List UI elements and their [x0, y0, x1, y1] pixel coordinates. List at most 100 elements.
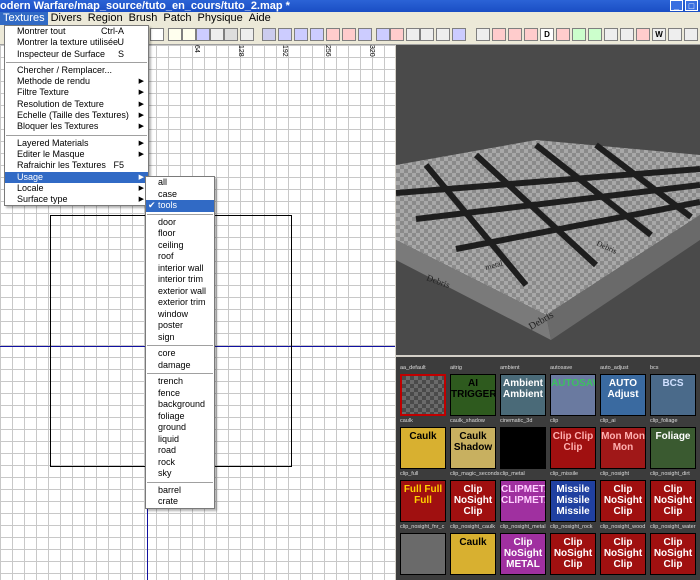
usage-item-window[interactable]: window [146, 309, 214, 321]
toolbar-icon-24[interactable] [524, 28, 538, 41]
usage-item-interior-wall[interactable]: interior wall [146, 263, 214, 275]
toolbar-icon-5[interactable] [210, 28, 224, 41]
camera-3d-view[interactable]: Debris Debris metal Debris [396, 45, 700, 355]
usage-item-poster[interactable]: poster [146, 320, 214, 332]
texture-tile-auto-adjust[interactable]: AUTO Adjust [600, 374, 646, 416]
minimize-button[interactable]: _ [670, 0, 683, 11]
texture-tile-bcs[interactable]: BCS [650, 374, 696, 416]
texture-tile-ambient[interactable]: Ambient Ambient [500, 374, 546, 416]
toolbar-icon-31[interactable] [636, 28, 650, 41]
texture-tile-clip-nosight-caulk[interactable]: Caulk [450, 533, 496, 575]
texture-tile-clip-nosight-metal[interactable]: Clip NoSight METAL [500, 533, 546, 575]
usage-item-ceiling[interactable]: ceiling [146, 240, 214, 252]
usage-item-core[interactable]: core [146, 348, 214, 360]
texture-tile-aitrig[interactable]: AI TRIGGER [450, 374, 496, 416]
toolbar-icon-2[interactable] [168, 28, 182, 41]
usage-item-road[interactable]: road [146, 445, 214, 457]
toolbar-icon-32[interactable]: W [652, 28, 666, 41]
usage-item-rock[interactable]: rock [146, 457, 214, 469]
usage-item-trench[interactable]: trench [146, 376, 214, 388]
menu-item-filtre-texture[interactable]: Filtre Texture ▶ [5, 87, 148, 98]
menu-item-echelle-taille-des-textures-[interactable]: Echelle (Taille des Textures) ▶ [5, 110, 148, 121]
toolbar-icon-27[interactable] [572, 28, 586, 41]
usage-item-exterior-wall[interactable]: exterior wall [146, 286, 214, 298]
texture-tile-clip-metal[interactable]: CLIPMETAL CLIPMETAL [500, 480, 546, 522]
usage-item-exterior-trim[interactable]: exterior trim [146, 297, 214, 309]
menu-item-methode-de-rendu[interactable]: Methode de rendu ▶ [5, 76, 148, 87]
texture-tile-clip[interactable]: Clip Clip Clip [550, 427, 596, 469]
usage-item-sky[interactable]: sky [146, 468, 214, 480]
usage-item-door[interactable]: door [146, 217, 214, 229]
toolbar-icon-18[interactable] [420, 28, 434, 41]
menu-item-chercher-remplacer-[interactable]: Chercher / Remplacer... [5, 65, 148, 76]
texture-tile-clip-nosight-rock[interactable]: Clip NoSight Clip [550, 533, 596, 575]
menu-item-bloquer-les-textures[interactable]: Bloquer les Textures ▶ [5, 121, 148, 132]
toolbar-icon-10[interactable] [294, 28, 308, 41]
usage-item-all[interactable]: all [146, 177, 214, 189]
texture-tile-clip-nosight[interactable]: Clip NoSight Clip [600, 480, 646, 522]
menu-physique[interactable]: Physique [195, 12, 246, 25]
toolbar-icon-34[interactable] [684, 28, 698, 41]
menu-patch[interactable]: Patch [160, 12, 194, 25]
toolbar-icon-26[interactable] [556, 28, 570, 41]
toolbar-icon-1[interactable] [150, 28, 164, 41]
menu-item-montrer-tout[interactable]: Montrer tout Ctrl-A [5, 26, 148, 37]
toolbar-icon-8[interactable] [262, 28, 276, 41]
usage-item-ground[interactable]: ground [146, 422, 214, 434]
usage-item-floor[interactable]: floor [146, 228, 214, 240]
toolbar-icon-22[interactable] [492, 28, 506, 41]
usage-item-crate[interactable]: crate [146, 496, 214, 508]
menu-aide[interactable]: Aide [246, 12, 274, 25]
menu-brush[interactable]: Brush [126, 12, 161, 25]
menu-item-usage[interactable]: Usage ▶ [5, 171, 148, 183]
usage-item-barrel[interactable]: barrel [146, 485, 214, 497]
menu-item-rafraichir-les-textures[interactable]: Rafraichir les Textures F5 [5, 160, 148, 171]
texture-tile-clip-nosight-water[interactable]: Clip NoSight Clip [650, 533, 696, 575]
menu-item-surface-type[interactable]: Surface type ▶ [5, 194, 148, 205]
toolbar-icon-28[interactable] [588, 28, 602, 41]
menu-item-layered-materials[interactable]: Layered Materials ▶ [5, 138, 148, 149]
toolbar-icon-11[interactable] [310, 28, 324, 41]
texture-browser[interactable]: aa_default aitrig AI TRIGGER ambient Ambient… [396, 357, 700, 580]
toolbar-icon-20[interactable] [452, 28, 466, 41]
menu-item-resolution-de-texture[interactable]: Resolution de Texture ▶ [5, 99, 148, 110]
texture-tile-clip-missile[interactable]: Clip NoSight Clip [450, 480, 496, 522]
usage-item-fence[interactable]: fence [146, 388, 214, 400]
menu-item-locale[interactable]: Locale ▶ [5, 183, 148, 194]
texture-tile-caulk-shadow[interactable]: Caulk Shadow [450, 427, 496, 469]
texture-tile-clip-missile2[interactable]: Missile Missile Missile [550, 480, 596, 522]
toolbar-icon-25[interactable]: D [540, 28, 554, 41]
toolbar-icon-7[interactable] [240, 28, 254, 41]
usage-item-damage[interactable]: damage [146, 360, 214, 372]
texture-tile-aa-default[interactable] [400, 374, 446, 416]
toolbar-icon-33[interactable] [668, 28, 682, 41]
menu-item-montrer-la-texture-utilis-e[interactable]: Montrer la texture utilisée U [5, 37, 148, 48]
texture-tile-autosave[interactable]: AUTOSAVE [550, 374, 596, 416]
texture-tile-clip-nosight-wood[interactable]: Clip NoSight Clip [600, 533, 646, 575]
usage-item-case[interactable]: case [146, 189, 214, 201]
usage-item-roof[interactable]: roof [146, 251, 214, 263]
toolbar-icon-9[interactable] [278, 28, 292, 41]
texture-tile-clip-nosight-dirt[interactable]: Clip NoSight Clip [650, 480, 696, 522]
toolbar-icon-3[interactable] [182, 28, 196, 41]
usage-item-interior-trim[interactable]: interior trim [146, 274, 214, 286]
usage-item-background[interactable]: background [146, 399, 214, 411]
toolbar-icon-6[interactable] [224, 28, 238, 41]
texture-tile-clip-ai[interactable]: Mon Mon Mon [600, 427, 646, 469]
texture-tile-clip-nosight-fnr[interactable] [400, 533, 446, 575]
menu-divers[interactable]: Divers [48, 12, 85, 25]
texture-tile-clip-full[interactable]: Full Full Full [400, 480, 446, 522]
usage-item-sign[interactable]: sign [146, 332, 214, 344]
usage-item-tools[interactable]: ✔ tools [146, 200, 214, 212]
toolbar-icon-13[interactable] [342, 28, 356, 41]
usage-item-liquid[interactable]: liquid [146, 434, 214, 446]
texture-tile-caulk[interactable]: Caulk [400, 427, 446, 469]
toolbar-icon-15[interactable] [376, 28, 390, 41]
toolbar-icon-4[interactable] [196, 28, 210, 41]
toolbar-icon-19[interactable] [436, 28, 450, 41]
toolbar-icon-14[interactable] [358, 28, 372, 41]
toolbar-icon-16[interactable] [390, 28, 404, 41]
texture-tile-cinematic-3d[interactable] [500, 427, 546, 469]
usage-item-foliage[interactable]: foliage [146, 411, 214, 423]
menu-item-inspecteur-de-surface[interactable]: Inspecteur de Surface S [5, 49, 148, 60]
